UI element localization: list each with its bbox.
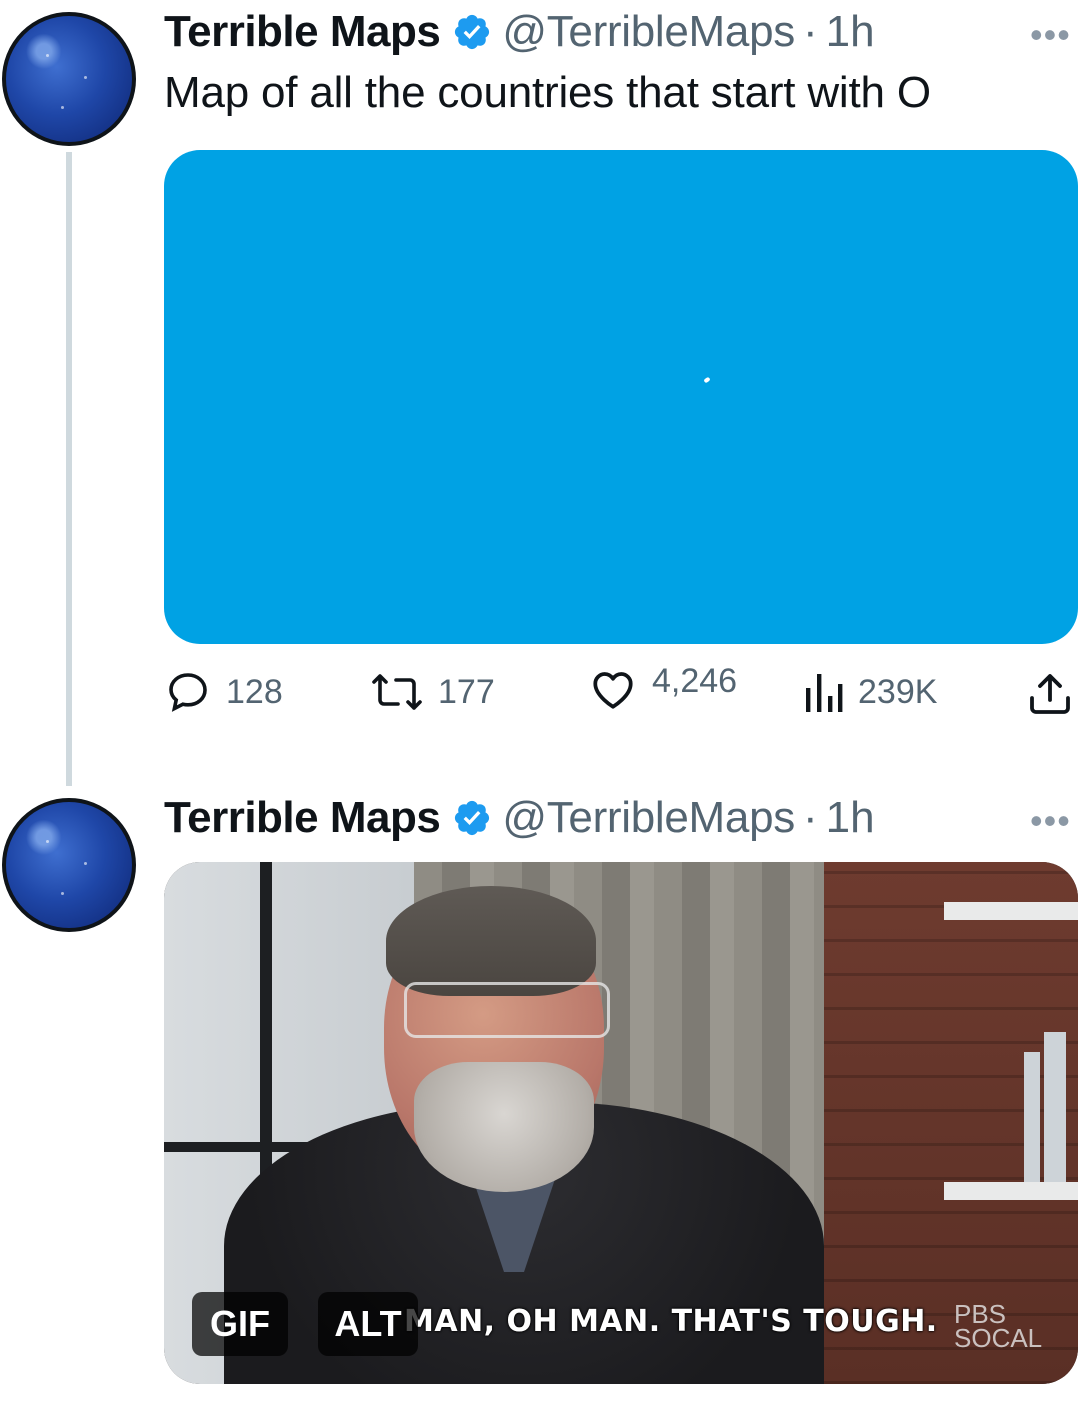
watermark-line: SOCAL [954,1323,1043,1353]
gif-badge[interactable]: GIF [192,1292,288,1356]
gif-person-hair [386,886,596,996]
gif-caption: MAN, OH MAN. THAT'S TOUGH. [404,1304,938,1339]
avatar[interactable] [2,12,136,146]
gif-person-beard [414,1062,594,1192]
more-options-icon[interactable]: ••• [1030,14,1071,56]
gif-scene-shelf [944,902,1078,920]
gif-person-glasses [404,982,610,1038]
author-name[interactable]: Terrible Maps [164,793,441,843]
thread-line [66,152,72,786]
author-name[interactable]: Terrible Maps [164,7,441,57]
heart-icon [593,672,633,709]
bar-chart-icon [806,674,843,712]
verified-badge-icon [455,14,490,50]
alt-badge[interactable]: ALT [318,1292,418,1356]
avatar[interactable] [2,798,136,932]
views-button[interactable]: 239K [800,668,937,716]
tweet-header: Terrible Maps @TerribleMaps · 1h [164,2,875,62]
map-island [703,376,711,384]
gif-media[interactable]: MAN, OH MAN. THAT'S TOUGH. PBS SOCAL GIF… [164,862,1078,1384]
verified-badge-icon [455,800,490,836]
more-options-icon[interactable]: ••• [1030,800,1071,842]
upload-arrow-icon [1030,674,1070,714]
like-count: 4,246 [652,661,738,700]
retweet-button[interactable]: 177 [370,668,495,716]
gif-scene-book [1044,1032,1066,1182]
gif-scene-book [1024,1052,1040,1182]
separator-dot: · [802,793,818,842]
like-button[interactable]: 4,246 [588,661,738,714]
tweet-header: Terrible Maps @TerribleMaps · 1h [164,788,875,848]
timestamp[interactable]: 1h [826,7,875,57]
views-count: 239K [858,672,938,711]
reply-count: 128 [226,672,283,711]
author-handle[interactable]: @TerribleMaps [502,7,795,57]
map-image[interactable] [164,150,1078,644]
retweet-count: 177 [438,672,495,711]
separator-dot: · [802,7,818,56]
speech-bubble-icon [169,673,207,712]
share-button[interactable] [1026,670,1074,718]
pbs-socal-watermark: PBS SOCAL [954,1301,1043,1353]
reply-button[interactable]: 128 [164,668,283,716]
tweet-text: Map of all the countries that start with… [164,68,931,117]
retweet-arrows-icon [372,674,422,710]
gif-scene-shelf [944,1182,1078,1200]
timestamp[interactable]: 1h [826,793,875,843]
author-handle[interactable]: @TerribleMaps [502,793,795,843]
